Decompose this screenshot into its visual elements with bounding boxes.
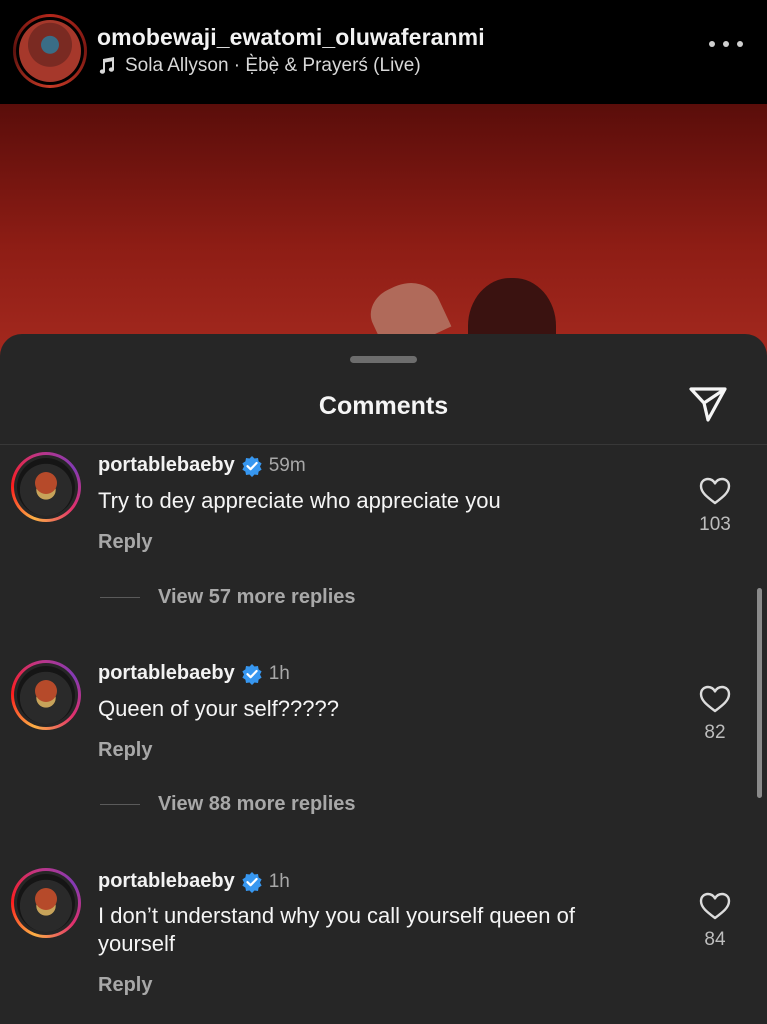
commenter-username[interactable]: portablebaeby <box>98 662 235 685</box>
music-label: Sola Allyson · Ẹ̀bẹ̀ & Prayerś (Live) <box>125 55 421 76</box>
view-replies-label: View 57 more replies <box>158 586 356 608</box>
heart-icon[interactable] <box>699 684 731 714</box>
comments-sheet: Comments portablebaeby 59m Try to dey ap… <box>0 334 767 1024</box>
commenter-username[interactable]: portablebaeby <box>98 870 235 893</box>
more-options-icon[interactable] <box>709 34 743 54</box>
view-replies-label: View 88 more replies <box>158 793 356 815</box>
commenter-avatar[interactable] <box>11 868 81 938</box>
music-note-icon <box>99 57 115 74</box>
like-count: 103 <box>699 514 731 535</box>
drag-handle[interactable] <box>350 356 417 363</box>
commenter-avatar[interactable] <box>11 660 81 730</box>
like-control: 103 <box>694 476 736 536</box>
reply-button[interactable]: Reply <box>98 974 152 997</box>
heart-icon[interactable] <box>699 476 731 506</box>
scrollbar[interactable] <box>757 588 762 798</box>
reply-button[interactable]: Reply <box>98 531 152 554</box>
verified-badge-icon <box>242 455 262 477</box>
comment-text: I don’t understand why you call yourself… <box>98 903 575 956</box>
commenter-username[interactable]: portablebaeby <box>98 454 235 477</box>
send-icon[interactable] <box>687 384 729 424</box>
post-header: omobewaji_ewatomi_oluwaferanmi Sola Ally… <box>0 0 767 104</box>
like-control: 84 <box>694 891 736 951</box>
comment-time: 59m <box>268 454 306 476</box>
comment-time: 1h <box>268 662 290 684</box>
like-control: 82 <box>694 684 736 744</box>
comment-text: Try to dey appreciate who appreciate you <box>98 488 501 513</box>
comment-text: Queen of your self????? <box>98 696 339 721</box>
heart-icon[interactable] <box>699 891 731 921</box>
sheet-divider <box>0 444 767 445</box>
music-info[interactable]: Sola Allyson · Ẹ̀bẹ̀ & Prayerś (Live) <box>97 55 421 77</box>
like-count: 84 <box>704 929 726 950</box>
reply-button[interactable]: Reply <box>98 739 152 762</box>
view-replies-button[interactable]: View 88 more replies <box>100 793 356 816</box>
post-video[interactable] <box>0 104 767 364</box>
comments-title: Comments <box>318 392 449 420</box>
verified-badge-icon <box>242 871 262 893</box>
view-replies-button[interactable]: View 57 more replies <box>100 586 356 609</box>
like-count: 82 <box>704 722 726 743</box>
author-username[interactable]: omobewaji_ewatomi_oluwaferanmi <box>97 24 485 51</box>
comment-time: 1h <box>268 870 290 892</box>
author-avatar[interactable] <box>13 14 87 88</box>
commenter-avatar[interactable] <box>11 452 81 522</box>
verified-badge-icon <box>242 663 262 685</box>
